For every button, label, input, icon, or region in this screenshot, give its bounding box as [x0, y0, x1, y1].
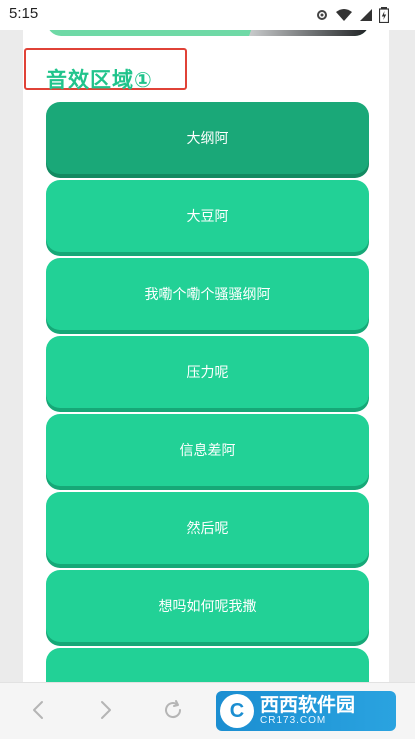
browser-nav-bar: C 西西软件园 CR173.COM	[0, 682, 415, 739]
sound-button[interactable]: 信息差阿	[46, 414, 369, 486]
banner-image[interactable]	[47, 30, 369, 36]
sound-button[interactable]: 大纲阿	[46, 102, 369, 174]
sound-button[interactable]: 压力呢	[46, 336, 369, 408]
sound-button-list: 大纲阿 大豆阿 我嘞个嘞个骚骚纲阿 压力呢 信息差阿 然后呢 想吗如何呢我撒	[46, 102, 369, 682]
status-icons	[315, 7, 389, 23]
watermark-domain: CR173.COM	[260, 714, 327, 726]
status-time: 5:15	[9, 5, 39, 22]
sound-button[interactable]: 然后呢	[46, 492, 369, 564]
content-card: 音效区域① 大纲阿 大豆阿 我嘞个嘞个骚骚纲阿 压力呢 信息差阿 然后呢 想吗如…	[23, 30, 389, 682]
settings-indicator-icon	[317, 10, 327, 20]
sound-button[interactable]: 想吗如何呢我撒	[46, 570, 369, 642]
watermark-logo: C 西西软件园 CR173.COM	[216, 691, 396, 731]
sound-button[interactable]	[46, 648, 369, 682]
battery-icon	[379, 7, 389, 23]
sound-button[interactable]: 大豆阿	[46, 180, 369, 252]
wifi-icon	[336, 9, 352, 21]
section-title: 音效区域①	[46, 68, 153, 92]
watermark-badge: C	[220, 694, 254, 728]
watermark-name: 西西软件园	[260, 693, 356, 716]
back-icon[interactable]	[28, 699, 50, 721]
refresh-icon[interactable]	[162, 699, 184, 721]
banner-photo	[249, 30, 369, 36]
signal-icon	[360, 9, 372, 21]
status-bar: 5:15	[0, 0, 415, 30]
sound-button[interactable]: 我嘞个嘞个骚骚纲阿	[46, 258, 369, 330]
forward-icon[interactable]	[94, 699, 116, 721]
